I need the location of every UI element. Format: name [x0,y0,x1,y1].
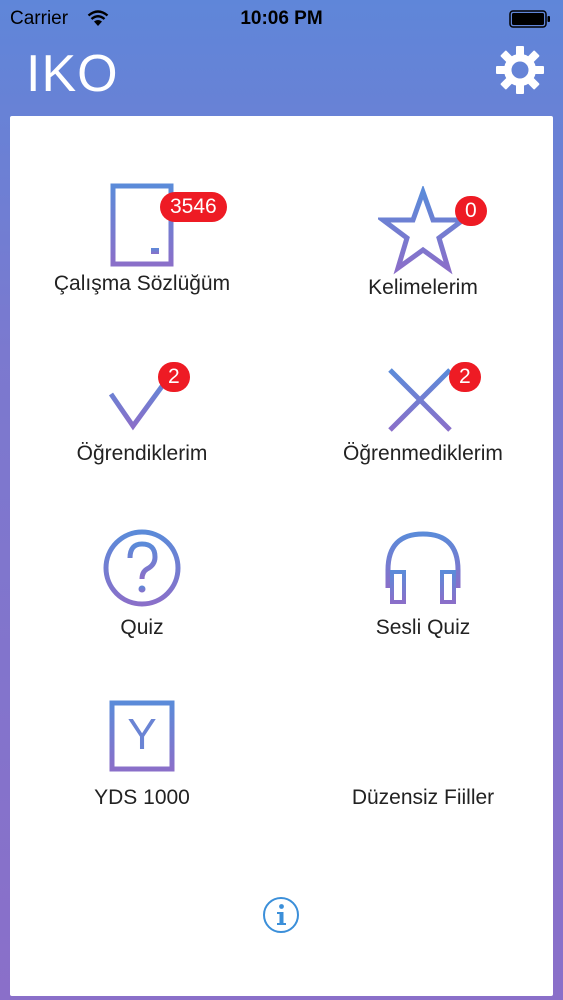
badge-count: 2 [449,362,481,392]
menu-item-study-dictionary[interactable]: 3546 Çalışma Sözlüğüm [12,182,272,322]
status-bar: Carrier 10:06 PM [0,0,563,38]
badge-count: 2 [158,362,190,392]
menu-item-label: Kelimelerim [368,276,478,299]
battery-icon [509,10,550,28]
info-icon[interactable] [262,896,300,934]
y-box-icon: Y [97,700,187,784]
menu-item-label: Sesli Quiz [375,616,471,639]
menu-item-label: Çalışma Sözlüğüm [53,272,231,295]
question-circle-icon [103,529,181,607]
menu-item-quiz[interactable]: Quiz [12,526,272,666]
list-lines-icon [392,707,454,761]
badge-count: 0 [455,196,487,226]
y-letter: Y [127,710,157,759]
status-time: 10:06 PM [240,8,323,29]
headphones-icon [385,531,461,604]
menu-item-label: Düzensiz Fiiller [351,786,495,809]
menu-item-learned[interactable]: 2 Öğrendiklerim [12,360,272,500]
menu-item-label: Öğrenmediklerim [343,442,503,465]
app-title: IKO [26,45,119,103]
menu-item-my-words[interactable]: 0 Kelimelerim [293,186,553,326]
menu-item-audio-quiz[interactable]: Sesli Quiz [293,526,553,666]
menu-item-not-learned[interactable]: 2 Öğrenmediklerim [293,360,553,500]
menu-item-irregular-verbs[interactable]: Düzensiz Fiiller [293,696,553,836]
gear-icon[interactable] [495,45,545,95]
menu-item-label: YDS 1000 [94,786,190,809]
star-icon [378,186,468,275]
menu-item-label: Öğrendiklerim [76,442,208,465]
badge-count: 3546 [160,192,227,222]
menu-item-label: Quiz [120,616,164,639]
menu-item-yds-1000[interactable]: Y YDS 1000 [12,696,272,836]
menu-card: 3546 Çalışma Sözlüğüm 0 Kelimelerim 2 Öğ… [10,116,553,996]
